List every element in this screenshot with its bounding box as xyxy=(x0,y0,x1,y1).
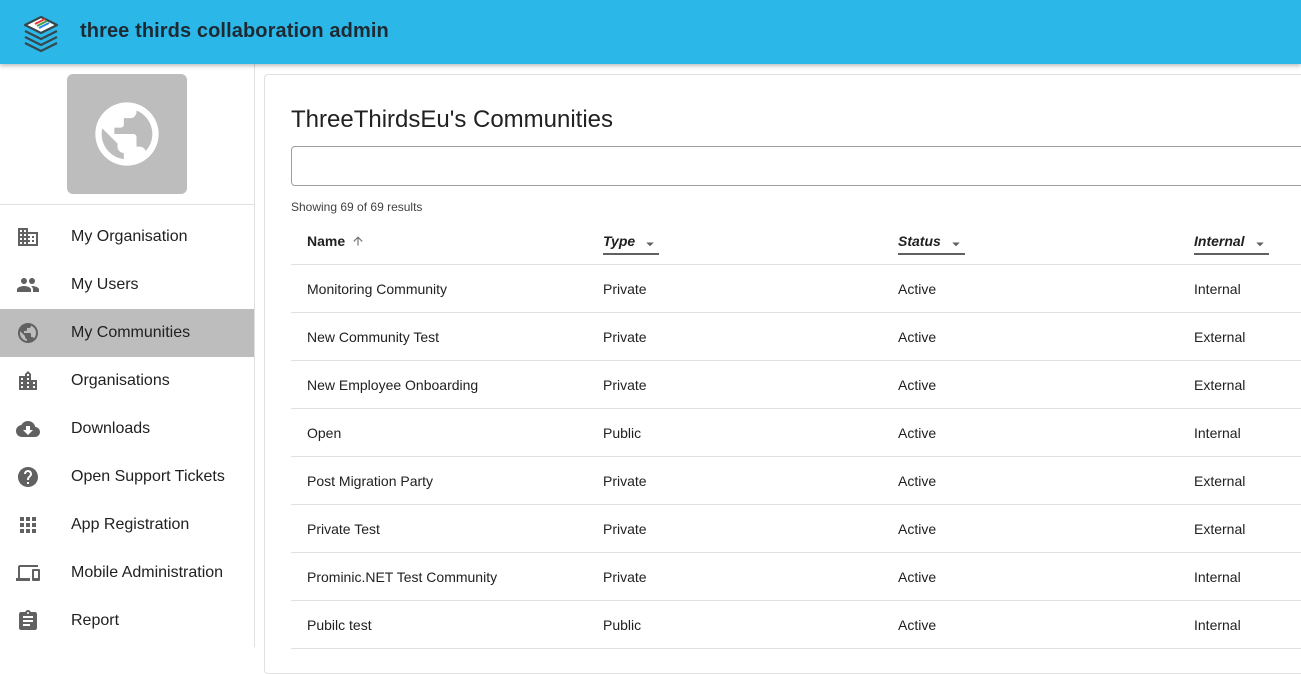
app-bar: three thirds collaboration admin xyxy=(0,0,1301,64)
sidebar-item-my-communities[interactable]: My Communities xyxy=(0,309,254,357)
cloud-download-icon xyxy=(16,421,40,437)
sidebar: My Organisation My Users My Communities … xyxy=(0,64,255,647)
table-row[interactable]: Prominic.NET Test Community Private Acti… xyxy=(291,553,1301,601)
cell-type: Private xyxy=(603,377,647,393)
dropdown-arrow-icon xyxy=(646,242,654,247)
communities-table: Name Type Status Internal Monitoring Com xyxy=(291,217,1301,649)
sidebar-item-downloads[interactable]: Downloads xyxy=(0,405,254,453)
table-row[interactable]: New Community Test Private Active Extern… xyxy=(291,313,1301,361)
cell-name: Post Migration Party xyxy=(307,473,434,489)
sidebar-item-label: My Organisation xyxy=(71,228,188,245)
avatar-section xyxy=(0,64,254,205)
table-header: Name Type Status Internal xyxy=(291,217,1301,265)
cell-internal: External xyxy=(1194,473,1246,489)
app-title: three thirds collaboration admin xyxy=(80,20,389,42)
cell-type: Public xyxy=(603,425,642,441)
sidebar-item-label: My Users xyxy=(71,276,139,293)
cell-name: Monitoring Community xyxy=(307,281,448,297)
results-count: Showing 69 of 69 results xyxy=(291,200,423,214)
sidebar-item-label: Report xyxy=(71,612,120,629)
sidebar-item-label: My Communities xyxy=(71,324,191,341)
cell-status: Active xyxy=(898,617,937,633)
clipboard-icon xyxy=(19,610,37,630)
table-row[interactable]: Post Migration Party Private Active Exte… xyxy=(291,457,1301,505)
table-row[interactable]: Open Public Active Internal xyxy=(291,409,1301,457)
table-row[interactable]: Pubilc test Public Active Internal xyxy=(291,601,1301,649)
sidebar-item-mobile-administration[interactable]: Mobile Administration xyxy=(0,549,254,597)
cell-status: Active xyxy=(898,473,937,489)
dropdown-arrow-icon xyxy=(952,242,960,247)
sidebar-item-label: Open Support Tickets xyxy=(71,468,225,485)
cell-internal: External xyxy=(1194,329,1246,345)
devices-icon xyxy=(16,565,40,581)
column-header-name[interactable]: Name xyxy=(307,233,363,255)
cell-name: New Community Test xyxy=(307,329,440,345)
cell-internal: Internal xyxy=(1194,569,1241,585)
dropdown-arrow-icon xyxy=(1255,242,1264,247)
cell-status: Active xyxy=(898,329,937,345)
table-row[interactable]: Monitoring Community Private Active Inte… xyxy=(291,265,1301,313)
cell-name: Open xyxy=(307,425,342,441)
sidebar-item-report[interactable]: Report xyxy=(0,597,254,645)
cell-name: Prominic.NET Test Community xyxy=(307,569,498,585)
city-icon xyxy=(19,371,37,390)
cell-name: New Employee Onboarding xyxy=(307,377,479,393)
cell-type: Public xyxy=(603,617,642,633)
building-icon xyxy=(18,228,38,246)
main-content: ThreeThirdsEu's Communities Showing 69 o… xyxy=(255,64,1301,674)
sidebar-item-my-organisation[interactable]: My Organisation xyxy=(0,213,254,261)
cell-internal: Internal xyxy=(1194,425,1241,441)
sidebar-item-my-users[interactable]: My Users xyxy=(0,261,254,309)
cell-type: Private xyxy=(603,329,647,345)
apps-icon xyxy=(20,517,36,533)
cell-internal: Internal xyxy=(1194,281,1241,297)
sidebar-item-label: Downloads xyxy=(71,420,151,437)
cell-status: Active xyxy=(898,569,937,585)
globe-icon xyxy=(95,102,159,166)
page-title: ThreeThirdsEu's Communities xyxy=(291,106,614,133)
cell-type: Private xyxy=(603,473,647,489)
cell-internal: Internal xyxy=(1194,617,1241,633)
cell-name: Pubilc test xyxy=(307,617,372,633)
logo-icon xyxy=(23,15,59,53)
cell-status: Active xyxy=(898,425,937,441)
cell-type: Private xyxy=(603,281,647,297)
arrow-up-icon xyxy=(353,236,363,246)
table-row[interactable]: Private Test Private Active External xyxy=(291,505,1301,553)
communities-card: ThreeThirdsEu's Communities Showing 69 o… xyxy=(264,74,1301,674)
cell-internal: External xyxy=(1194,377,1246,393)
cell-status: Active xyxy=(898,521,937,537)
cell-name: Private Test xyxy=(307,521,380,537)
sidebar-item-label: Mobile Administration xyxy=(71,564,224,581)
sidebar-item-organisations[interactable]: Organisations xyxy=(0,357,254,405)
people-icon xyxy=(17,278,39,292)
help-icon xyxy=(18,467,38,487)
cell-status: Active xyxy=(898,281,937,297)
cell-internal: External xyxy=(1194,521,1246,537)
column-header-internal[interactable]: Internal xyxy=(1194,233,1269,255)
cell-type: Private xyxy=(603,521,647,537)
sidebar-item-label: Organisations xyxy=(71,372,170,389)
sidebar-item-app-registration[interactable]: App Registration xyxy=(0,501,254,549)
cell-status: Active xyxy=(898,377,937,393)
column-header-status[interactable]: Status xyxy=(898,233,965,255)
cell-type: Private xyxy=(603,569,647,585)
search-input[interactable] xyxy=(291,146,1301,186)
table-row[interactable]: New Employee Onboarding Private Active E… xyxy=(291,361,1301,409)
sidebar-item-label: App Registration xyxy=(71,516,190,533)
organisation-avatar xyxy=(67,74,187,194)
sidebar-item-open-support-tickets[interactable]: Open Support Tickets xyxy=(0,453,254,501)
globe-icon xyxy=(18,323,38,343)
column-header-type[interactable]: Type xyxy=(603,233,660,255)
